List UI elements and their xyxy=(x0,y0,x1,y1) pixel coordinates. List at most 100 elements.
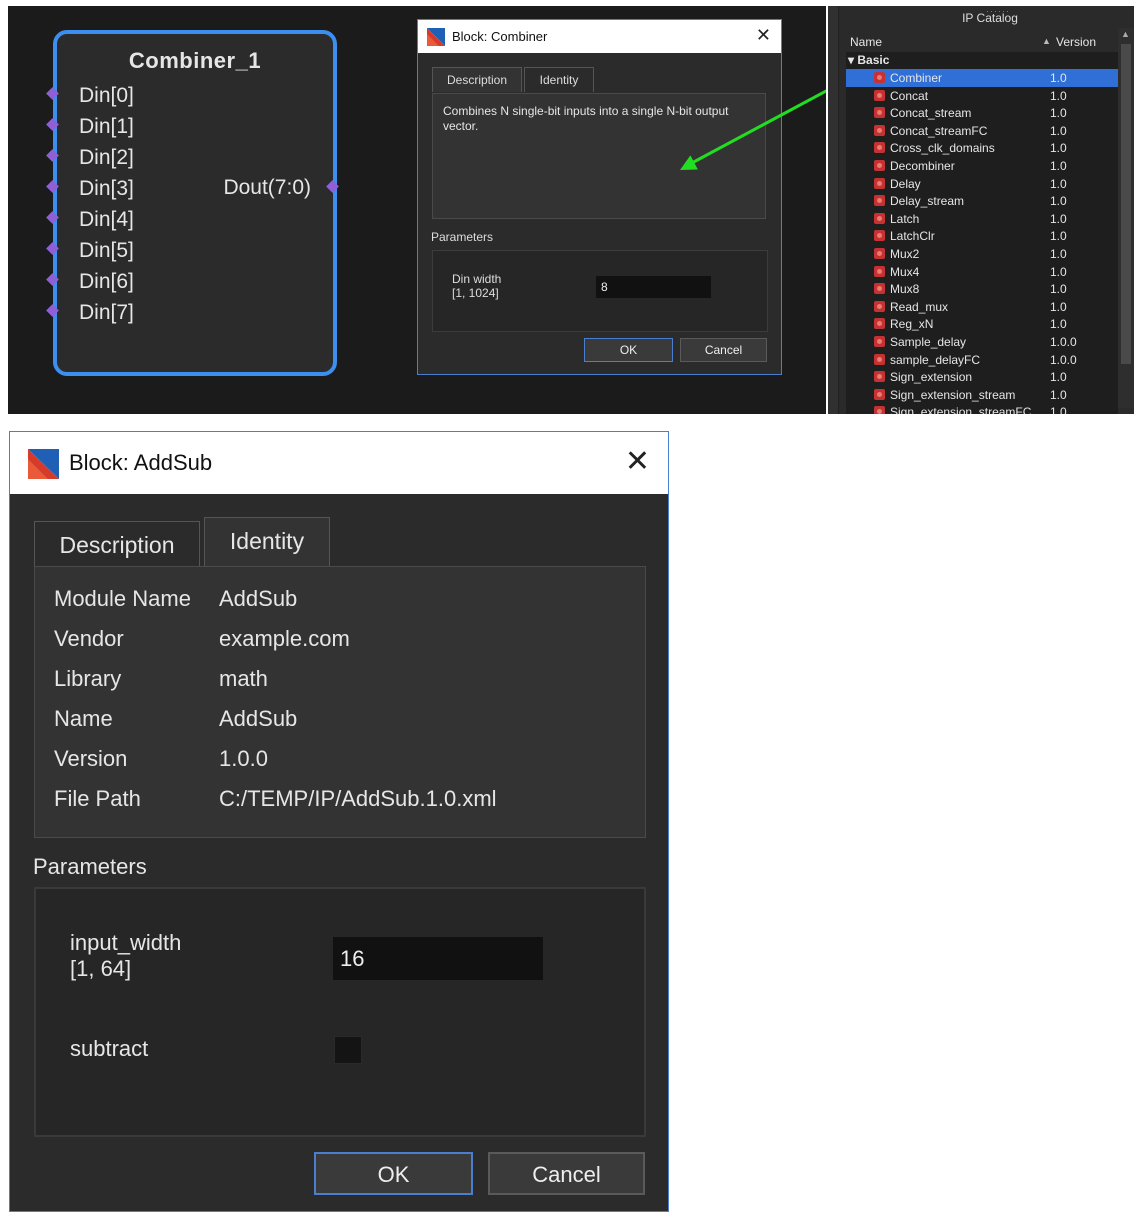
ip-block-icon xyxy=(874,142,885,154)
catalog-item-name: Reg_xN xyxy=(890,317,934,332)
catalog-item-version: 1.0 xyxy=(1050,299,1067,314)
ip-block-icon xyxy=(874,388,885,400)
close-icon[interactable]: ✕ xyxy=(625,444,650,479)
cancel-button[interactable]: Cancel xyxy=(488,1152,645,1195)
catalog-item-name: Sample_delay xyxy=(890,335,967,349)
ip-block-icon xyxy=(874,248,885,259)
ip-block-icon xyxy=(874,283,885,295)
ip-block-icon xyxy=(874,212,885,224)
catalog-item-name: Cross_clk_domains xyxy=(890,141,995,156)
catalog-item[interactable]: Combiner 1.0 xyxy=(846,69,1118,87)
expand-icon[interactable]: ▾ xyxy=(848,53,854,67)
block-addsub-dialog: Block: AddSub ✕ Description Identity Mod… xyxy=(9,431,669,1212)
ip-block-icon xyxy=(874,371,885,383)
catalog-item-name: Mux2 xyxy=(890,247,920,261)
ip-block-icon xyxy=(874,160,885,171)
tab-description[interactable]: Description xyxy=(34,521,200,566)
catalog-title: IP Catalog xyxy=(962,11,1018,25)
identity-key: Name xyxy=(54,706,113,731)
catalog-item[interactable]: Reg_xN 1.0 xyxy=(846,315,1118,333)
group-basic[interactable]: ▾ Basic xyxy=(848,53,889,67)
ip-block-icon xyxy=(874,107,885,119)
column-name[interactable]: Name xyxy=(850,35,882,49)
catalog-item[interactable]: Mux2 1.0 xyxy=(846,245,1118,263)
catalog-item[interactable]: Mux4 1.0 xyxy=(846,263,1118,281)
catalog-list[interactable]: ▾ Basic Combiner 1.0 Concat 1.0 Concat_strea… xyxy=(846,52,1118,414)
catalog-scrollbar[interactable]: ▲ xyxy=(1118,28,1134,408)
catalog-item-version: 1.0 xyxy=(1050,141,1067,156)
dialog-title: Block: AddSub xyxy=(69,450,213,475)
catalog-item-name: Decombiner xyxy=(890,159,955,173)
catalog-item[interactable]: LatchClr 1.0 xyxy=(846,227,1118,245)
ip-block-icon xyxy=(874,336,885,347)
ip-block-icon xyxy=(874,195,885,207)
catalog-header: Name ▲ Version xyxy=(846,34,1118,50)
catalog-item-name: Delay_stream xyxy=(890,194,965,209)
ip-catalog-panel: ······ IP Catalog Name ▲ Version ▾ Basic… xyxy=(828,6,1134,414)
catalog-item[interactable]: Cross_clk_domains 1.0 xyxy=(846,139,1118,157)
catalog-item[interactable]: Concat_stream 1.0 xyxy=(846,104,1118,122)
scrollbar-thumb[interactable] xyxy=(1121,44,1131,364)
parameters-panel xyxy=(34,887,646,1137)
input-width-name: input_width xyxy=(70,930,182,955)
catalog-item-name: Mux4 xyxy=(890,264,920,279)
ip-block-icon xyxy=(874,265,885,277)
identity-key: Module Name xyxy=(54,586,191,611)
subtract-checkbox[interactable] xyxy=(334,1036,362,1064)
ip-block-icon xyxy=(874,89,885,101)
catalog-item[interactable]: Sample_delay 1.0.0 xyxy=(846,333,1118,351)
design-canvas[interactable]: Combiner_1 Din[0] Din[1] Din[2] Din[3] D… xyxy=(8,6,826,414)
catalog-item-version: 1.0 xyxy=(1050,247,1067,261)
catalog-item[interactable]: Mux8 1.0 xyxy=(846,280,1118,298)
catalog-item-version: 1.0 xyxy=(1050,405,1067,414)
catalog-item[interactable]: Concat 1.0 xyxy=(846,87,1118,105)
catalog-item[interactable]: Concat_streamFC 1.0 xyxy=(846,122,1118,140)
catalog-item[interactable]: Delay 1.0 xyxy=(846,175,1118,193)
group-label: Basic xyxy=(857,53,890,67)
catalog-item-name: Latch xyxy=(890,211,920,226)
catalog-item-name: Concat_stream xyxy=(890,106,972,121)
catalog-item-name: Sign_extension_stream xyxy=(890,387,1016,402)
panel-splitter[interactable] xyxy=(828,6,839,414)
catalog-item-version: 1.0 xyxy=(1050,176,1067,191)
catalog-item-version: 1.0.0 xyxy=(1050,352,1077,367)
ip-block-icon xyxy=(874,230,885,242)
catalog-item[interactable]: Sign_extension 1.0 xyxy=(846,368,1118,386)
catalog-item-version: 1.0 xyxy=(1050,211,1067,226)
column-version[interactable]: Version xyxy=(1056,35,1096,49)
ip-block-icon xyxy=(874,72,885,83)
app-logo-icon xyxy=(28,449,59,479)
catalog-item[interactable]: Decombiner 1.0 xyxy=(846,157,1118,175)
ip-block-icon xyxy=(874,177,885,189)
identity-key: Library xyxy=(54,666,122,691)
catalog-item[interactable]: Sign_extension_stream 1.0 xyxy=(846,386,1118,404)
scroll-up-icon[interactable]: ▲ xyxy=(1121,29,1130,39)
ok-button[interactable]: OK xyxy=(314,1152,473,1195)
catalog-item-version: 1.0 xyxy=(1050,123,1067,138)
identity-key: Version xyxy=(54,746,128,771)
ip-block-icon xyxy=(874,318,885,330)
input-width-field[interactable]: 16 xyxy=(333,937,543,980)
identity-value: C:/TEMP/IP/AddSub.1.0.xml xyxy=(219,786,497,811)
catalog-item[interactable]: Sign_extension_streamFC 1.0 xyxy=(846,403,1118,414)
subtract-label: subtract xyxy=(70,1036,149,1061)
catalog-item-version: 1.0 xyxy=(1050,106,1067,121)
identity-value: 1.0.0 xyxy=(219,746,268,771)
catalog-item-name: Read_mux xyxy=(890,299,949,314)
catalog-item[interactable]: sample_delayFC 1.0.0 xyxy=(846,351,1118,369)
catalog-item[interactable]: Latch 1.0 xyxy=(846,210,1118,228)
identity-key: File Path xyxy=(54,786,141,811)
catalog-item-version: 1.0 xyxy=(1050,387,1067,402)
catalog-item-name: sample_delayFC xyxy=(890,352,981,367)
catalog-item[interactable]: Delay_stream 1.0 xyxy=(846,192,1118,210)
tab-identity[interactable]: Identity xyxy=(204,517,330,566)
catalog-item-name: Sign_extension xyxy=(890,370,973,385)
catalog-item-version: 1.0 xyxy=(1050,159,1067,173)
catalog-item-name: LatchClr xyxy=(890,229,935,244)
catalog-item-version: 1.0 xyxy=(1050,370,1067,385)
catalog-item-name: Concat_streamFC xyxy=(890,123,988,138)
catalog-item[interactable]: Read_mux 1.0 xyxy=(846,298,1118,316)
sort-up-icon: ▲ xyxy=(1042,36,1051,46)
input-width-label: input_width [1, 64] xyxy=(70,930,181,982)
catalog-item-version: 1.0.0 xyxy=(1050,335,1077,349)
